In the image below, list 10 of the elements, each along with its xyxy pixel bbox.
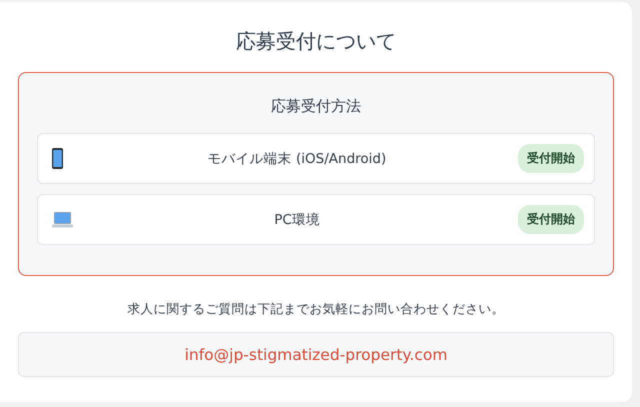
phone-icon: [52, 148, 63, 169]
laptop-icon: [52, 212, 73, 228]
page-title: 応募受付について: [235, 28, 397, 54]
method-label: PC環境: [273, 210, 321, 228]
email-link[interactable]: info@jp-stigmatized-property.com: [184, 346, 448, 364]
status-badge: 受付開始: [518, 205, 584, 234]
status-badge: 受付開始: [518, 144, 584, 173]
panel-heading: 応募受付方法: [270, 96, 362, 117]
method-label: モバイル端末 (iOS/Android): [206, 150, 388, 168]
contact-note: 求人に関するご質問は下記までお気軽にお問い合わせください。: [126, 300, 506, 318]
